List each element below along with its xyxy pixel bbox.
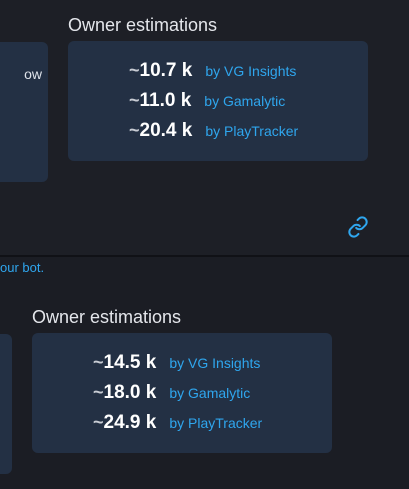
section-title: Owner estimations (32, 307, 182, 327)
message-divider (0, 255, 409, 257)
approx-sign: ~ (129, 90, 140, 110)
approx-sign: ~ (129, 120, 140, 140)
approx-sign: ~ (93, 382, 104, 402)
message-footer-text: our bot. (0, 260, 45, 275)
estimates-list: ~ 10.7 k by VG Insights ~ 11.0 k by Gama… (68, 60, 368, 150)
owner-estimations-card: ~ 14.5 k by VG Insights ~ 18.0 k by Gama… (32, 333, 332, 453)
estimate-row: ~ 20.4 k by PlayTracker (129, 120, 298, 150)
estimate-row: ~ 10.7 k by VG Insights (129, 60, 296, 90)
estimate-value: 24.9 k (103, 412, 157, 433)
estimate-value: 20.4 k (139, 120, 193, 141)
link-icon[interactable] (347, 216, 369, 238)
approx-sign: ~ (93, 412, 104, 432)
embed-top: ow Owner estimations ~ 10.7 k by VG Insi… (0, 0, 409, 256)
estimate-row: ~ 11.0 k by Gamalytic (129, 90, 285, 120)
owner-estimations-card: ~ 10.7 k by VG Insights ~ 11.0 k by Gama… (68, 41, 368, 161)
side-card (0, 334, 12, 474)
estimate-source-link[interactable]: by VG Insights (205, 63, 296, 79)
estimate-source-link[interactable]: by Gamalytic (204, 93, 285, 109)
estimate-source-link[interactable]: by VG Insights (169, 355, 260, 371)
chat-view: ow Owner estimations ~ 10.7 k by VG Insi… (0, 0, 409, 489)
side-card-text: ow (24, 66, 42, 82)
estimate-source-link[interactable]: by PlayTracker (205, 123, 298, 139)
estimate-value: 18.0 k (103, 382, 157, 403)
estimate-row: ~ 14.5 k by VG Insights (93, 352, 260, 382)
estimate-value: 14.5 k (103, 352, 157, 373)
estimate-value: 10.7 k (139, 60, 193, 81)
estimate-source-link[interactable]: by PlayTracker (169, 415, 262, 431)
estimate-row: ~ 18.0 k by Gamalytic (93, 382, 250, 412)
estimate-source-link[interactable]: by Gamalytic (169, 385, 250, 401)
section-title: Owner estimations (68, 15, 218, 35)
side-card: ow (0, 42, 48, 182)
approx-sign: ~ (129, 60, 140, 80)
approx-sign: ~ (93, 352, 104, 372)
estimates-list: ~ 14.5 k by VG Insights ~ 18.0 k by Gama… (32, 352, 332, 442)
estimate-value: 11.0 k (139, 90, 192, 111)
estimate-row: ~ 24.9 k by PlayTracker (93, 412, 262, 442)
